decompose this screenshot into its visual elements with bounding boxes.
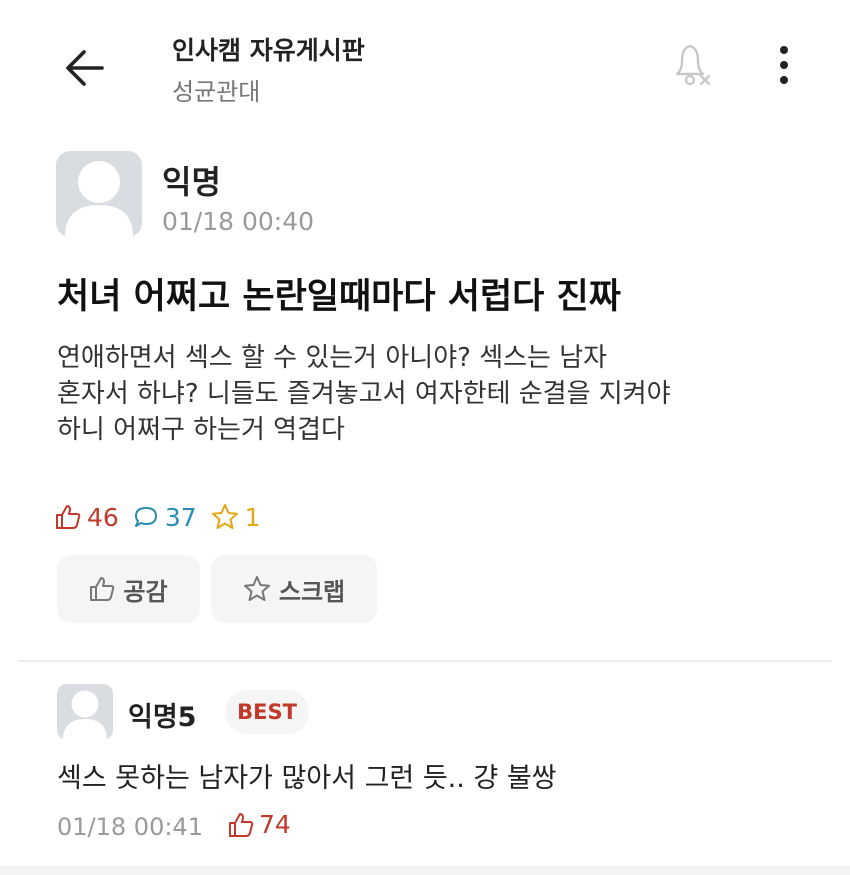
notification-toggle-button[interactable] <box>666 39 718 91</box>
thumbs-up-icon <box>229 812 254 837</box>
author-avatar <box>56 151 142 237</box>
default-avatar-icon <box>65 161 133 237</box>
post-page: 인사캠 자유게시판 성균관대 익명 01/18 00:40 처녀 어쩌고 논란일… <box>0 0 850 875</box>
comment-text: 섹스 못하는 남자가 많아서 그런 듯.. 걍 불쌍 <box>57 763 557 794</box>
like-button-label: 공감 <box>123 577 168 606</box>
app-header: 인사캠 자유게시판 성균관대 <box>0 0 850 130</box>
comment-author-avatar <box>57 684 113 740</box>
comment-author: 익명5 <box>128 702 197 733</box>
more-options-button[interactable] <box>768 42 800 88</box>
scrap-count: 1 <box>211 503 261 532</box>
post-stats: 46 37 1 <box>55 500 275 534</box>
like-button[interactable]: 공감 <box>57 555 200 623</box>
like-count-value: 46 <box>87 502 119 532</box>
best-badge: BEST <box>225 690 309 734</box>
post-title: 처녀 어쩌고 논란일때마다 서럽다 진짜 <box>57 277 621 317</box>
star-icon <box>243 576 270 601</box>
bottom-separator <box>0 866 850 875</box>
bell-off-icon <box>675 44 711 86</box>
like-count: 46 <box>55 503 119 532</box>
post-body-line: 연애하면서 섹스 할 수 있는거 아니야? 섹스는 남자 <box>57 343 608 373</box>
comment-count-value: 37 <box>164 502 197 532</box>
more-vertical-icon <box>780 46 788 84</box>
thumbs-up-icon <box>56 505 81 529</box>
speech-bubble-icon <box>134 507 157 527</box>
post-timestamp: 01/18 00:40 <box>162 207 315 236</box>
board-title: 인사캠 자유게시판 <box>172 36 365 65</box>
post-body: 연애하면서 섹스 할 수 있는거 아니야? 섹스는 남자 혼자서 하냐? 니들도… <box>57 340 817 448</box>
scrap-button[interactable]: 스크랩 <box>211 555 377 623</box>
comment-like-count[interactable]: 74 <box>228 810 291 839</box>
school-name: 성균관대 <box>172 78 261 106</box>
arrow-left-icon <box>66 50 104 86</box>
section-divider <box>18 660 832 662</box>
default-avatar-icon <box>63 690 107 740</box>
post-author: 익명 <box>162 163 221 201</box>
post-body-line: 혼자서 하냐? 니들도 즐겨놓고서 여자한테 순결을 지켜야 <box>57 379 671 409</box>
thumbs-up-icon <box>90 577 115 601</box>
comment-like-count-value: 74 <box>259 810 291 839</box>
comment-timestamp: 01/18 00:41 <box>57 813 203 841</box>
back-button[interactable] <box>58 45 110 91</box>
scrap-count-value: 1 <box>244 502 261 532</box>
post-body-line: 하니 어쩌구 하는거 역겹다 <box>57 415 345 445</box>
star-icon <box>211 504 238 529</box>
scrap-button-label: 스크랩 <box>278 577 346 606</box>
comment-count: 37 <box>133 503 197 532</box>
